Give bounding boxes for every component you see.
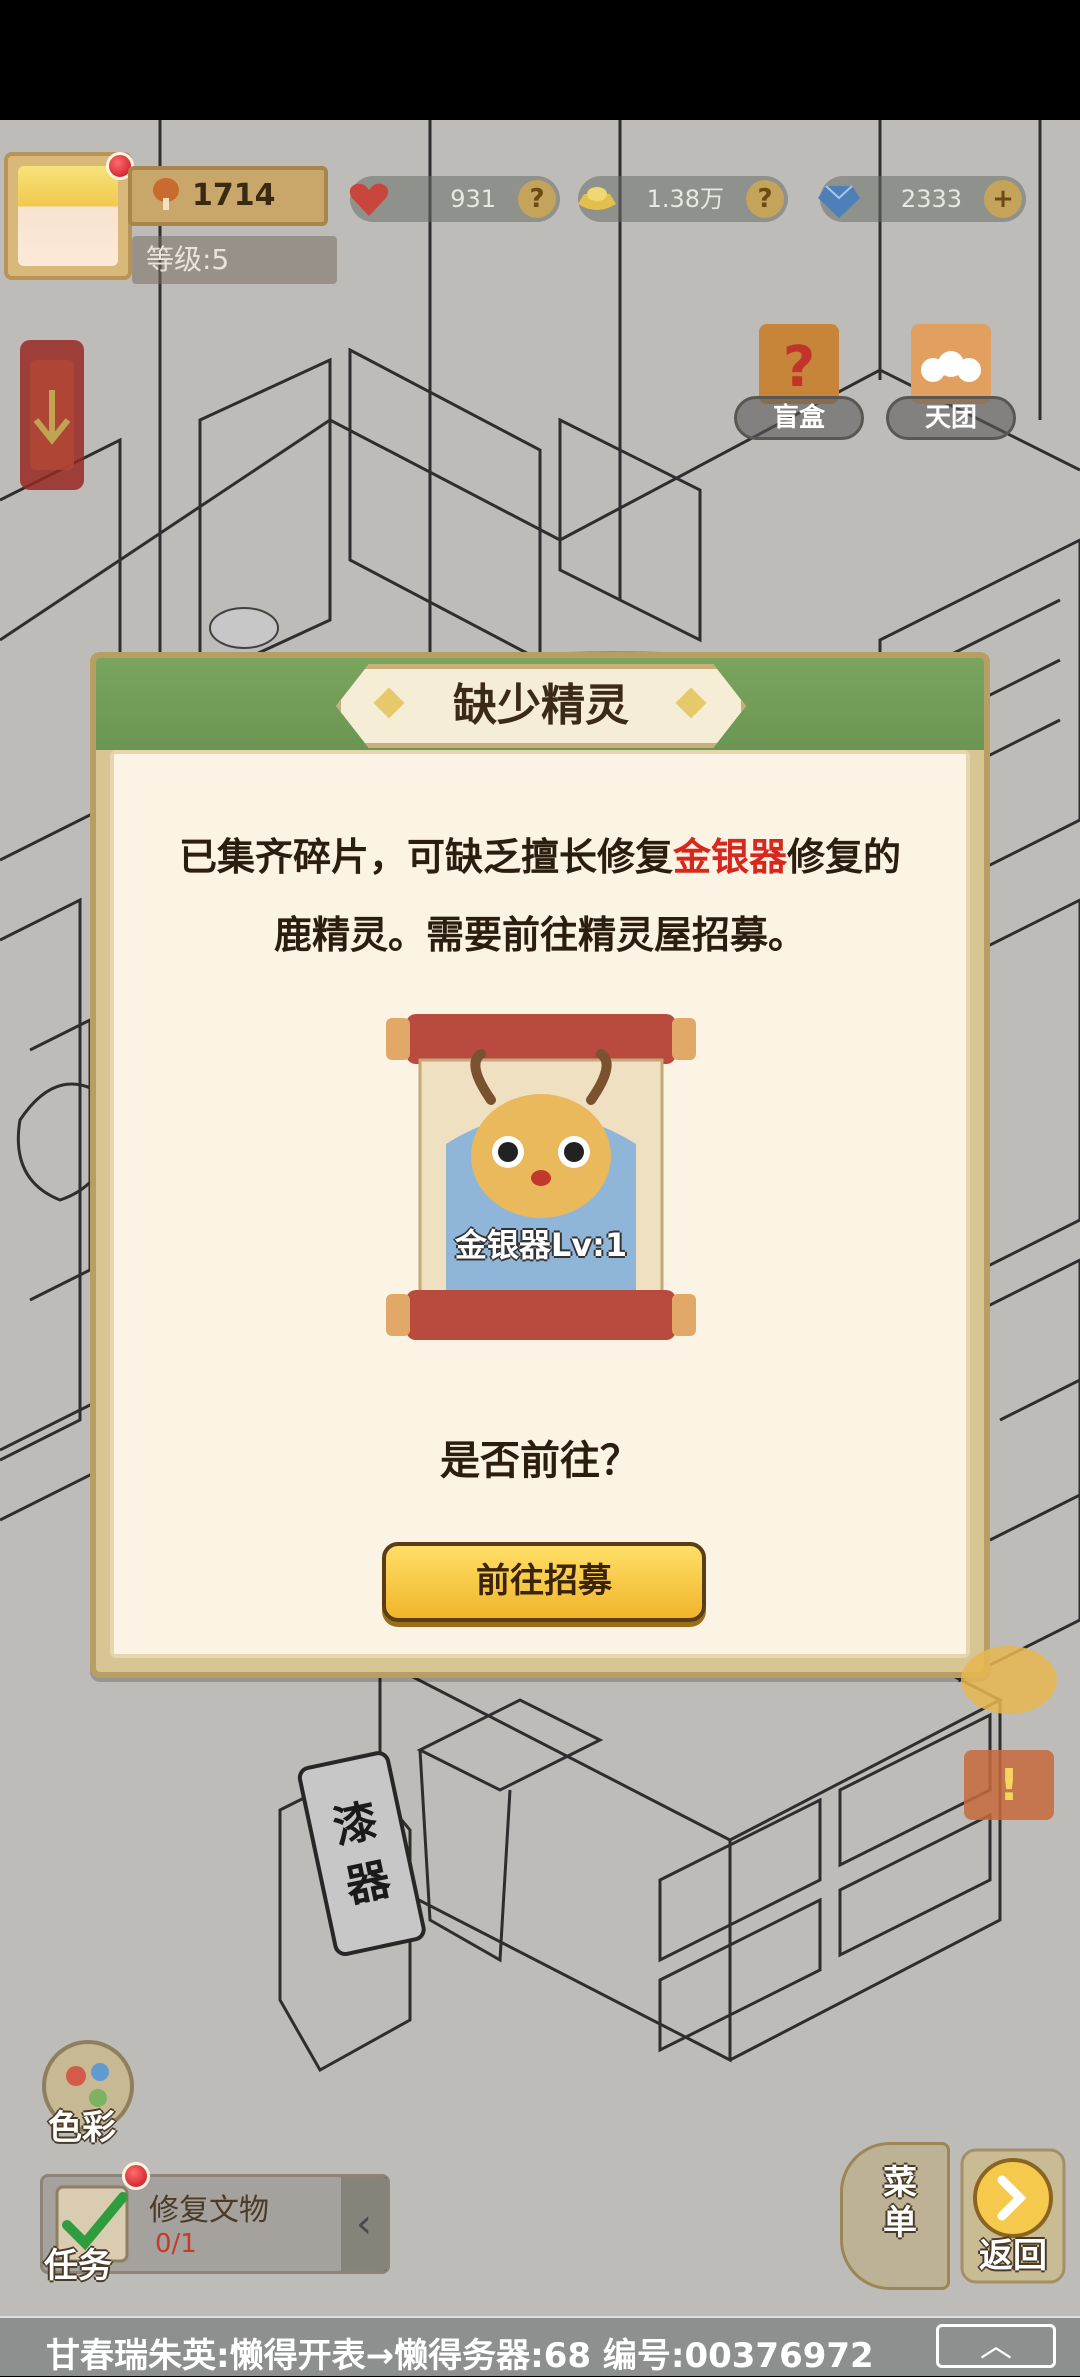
heart-icon <box>349 183 389 216</box>
message-line1: 已集齐碎片，可缺乏擅长修复金银器修复的 <box>116 818 964 896</box>
task-progress: 0/1 <box>155 2229 197 2259</box>
gems-counter: 2333 + <box>818 176 1026 222</box>
avatar-portrait <box>18 166 118 266</box>
announcement-ticker: 甘春瑞朱英:懒得开表→懒得务器:68 编号:00376972 ︿ <box>0 2316 1080 2376</box>
status-bar <box>0 0 1080 120</box>
menu-label: 菜单 <box>883 2163 917 2243</box>
gold-counter: 1.38万 ? <box>578 176 788 222</box>
currency-counter: 1714 <box>128 166 328 226</box>
color-label: 色彩 <box>48 2108 116 2148</box>
task-label: 任务 <box>44 2246 112 2286</box>
message-highlight: 金银器 <box>672 835 787 879</box>
gold-help-button[interactable]: ? <box>746 180 784 218</box>
dialog-question: 是否前往？ <box>440 1438 640 1484</box>
gold-ingot-icon <box>578 187 616 210</box>
currency-value: 1714 <box>192 178 276 213</box>
team-label: 天团 <box>886 396 1016 440</box>
menu-button[interactable]: 菜单 <box>840 2142 950 2290</box>
ticker-message: 甘春瑞朱英:懒得开表→懒得务器:68 编号:00376972 <box>46 2328 874 2377</box>
hearts-value: 931 <box>450 185 496 213</box>
blind-box-button[interactable]: ? 盲盒 <box>734 324 864 446</box>
blind-box-label: 盲盒 <box>734 396 864 440</box>
gems-value: 2333 <box>900 185 962 213</box>
task-collapse-chevron-icon[interactable]: ‹ <box>341 2177 387 2271</box>
dialog-message: 已集齐碎片，可缺乏擅长修复金银器修复的 鹿精灵。需要前往精灵屋招募。 <box>116 818 964 974</box>
svg-text:!: ! <box>999 1760 1019 1811</box>
deer-spirit-illustration <box>386 1014 696 1340</box>
drumstick-icon <box>153 178 179 210</box>
hearts-counter: 931 ? <box>349 176 560 222</box>
gem-icon <box>818 185 860 218</box>
message-part2: 修复的 <box>787 835 902 879</box>
player-level: 等级:5 <box>132 236 337 284</box>
gems-add-button[interactable]: + <box>984 180 1022 218</box>
hearts-help-button[interactable]: ? <box>518 180 556 218</box>
ticker-player-name: 甘春瑞朱英: <box>46 2336 230 2376</box>
deer-spirit-scroll: 金银器Lv:1 <box>386 994 696 1350</box>
blind-box-icon: ? <box>759 324 839 404</box>
team-icon <box>911 324 991 404</box>
task-title: 修复文物 <box>149 2193 269 2228</box>
gold-value: 1.38万 <box>646 185 724 213</box>
spirit-skill-label: 金银器Lv:1 <box>454 1226 628 1264</box>
svg-text:?: ? <box>783 335 815 400</box>
message-part1: 已集齐碎片，可缺乏擅长修复 <box>178 835 673 879</box>
task-notification-dot <box>122 2162 150 2190</box>
side-event-icons[interactable]: ! <box>944 1640 1074 1840</box>
ticker-expand-chevron-icon[interactable]: ︿ <box>936 2324 1056 2368</box>
ticker-text: 懒得开表→懒得务器:68 编号:00376972 <box>229 2336 874 2376</box>
go-recruit-button[interactable]: 前往招募 <box>382 1542 706 1622</box>
message-line2: 鹿精灵。需要前往精灵屋招募。 <box>273 913 806 957</box>
team-button[interactable]: 天团 <box>886 324 1016 446</box>
back-label: 返回 <box>979 2236 1047 2276</box>
missing-spirit-dialog: 缺少精灵 已集齐碎片，可缺乏擅长修复金银器修复的 鹿精灵。需要前往精灵屋招募。 … <box>90 652 990 1678</box>
